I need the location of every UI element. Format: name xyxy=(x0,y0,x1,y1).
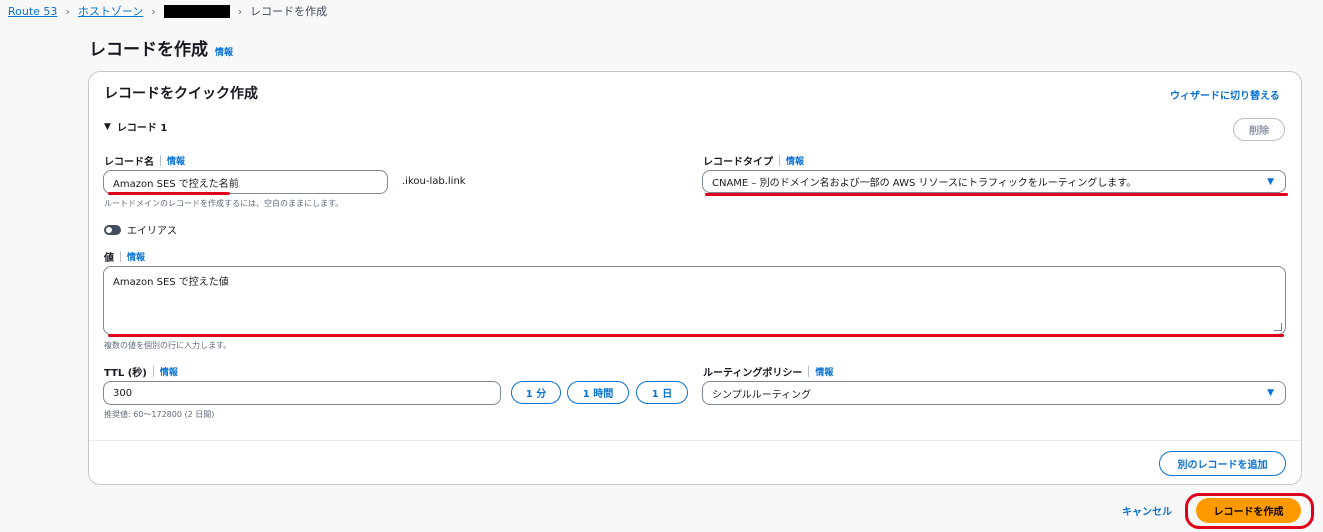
record-name-label-row: レコード名 情報 xyxy=(104,153,185,168)
value-textarea[interactable]: Amazon SES で控えた値 xyxy=(103,266,1286,335)
label-divider xyxy=(160,155,161,166)
page-title-row: レコードを作成 情報 xyxy=(89,35,233,60)
breadcrumb: Route 53 › ホストゾーン › › レコードを作成 xyxy=(8,3,327,19)
value-hint: 複数の値を個別の行に入力します。 xyxy=(104,341,232,350)
ttl-info-link[interactable]: 情報 xyxy=(160,365,178,378)
breadcrumb-route53[interactable]: Route 53 xyxy=(8,5,57,18)
label-divider xyxy=(152,366,154,377)
routing-policy-info-link[interactable]: 情報 xyxy=(815,365,833,378)
alias-label: エイリアス xyxy=(127,226,177,237)
page-info-link[interactable]: 情報 xyxy=(215,45,233,58)
ttl-1-hour-button[interactable]: 1 時間 xyxy=(567,381,629,404)
label-divider xyxy=(808,366,810,377)
record-1-toggle[interactable]: ▼ レコード 1 xyxy=(104,119,168,135)
page-title: レコードを作成 xyxy=(89,40,208,60)
redacted-zone-name xyxy=(163,4,230,18)
alias-toggle-row: エイリアス xyxy=(104,222,177,237)
record-name-info-link[interactable]: 情報 xyxy=(167,154,185,167)
caret-down-icon: ▼ xyxy=(1267,176,1274,187)
routing-policy-select[interactable]: シンプルルーティング ▼ xyxy=(702,381,1286,405)
caret-down-icon: ▼ xyxy=(1267,388,1274,398)
value-text: Amazon SES で控えた値 xyxy=(113,277,229,288)
ttl-input[interactable]: 300 xyxy=(103,381,501,405)
annotation-underline-value xyxy=(108,334,1284,337)
routing-policy-label-row: ルーティングポリシー 情報 xyxy=(703,364,833,379)
record-type-label: レコードタイプ xyxy=(703,157,773,168)
value-info-link[interactable]: 情報 xyxy=(127,250,145,263)
record-1-label: レコード 1 xyxy=(116,123,168,134)
record-name-input[interactable]: Amazon SES で控えた名前 xyxy=(103,170,388,194)
value-label-row: 値 情報 xyxy=(104,249,145,264)
record-name-hint: ルートドメインのレコードを作成するには、空白のままにします。 xyxy=(104,199,344,208)
ttl-label: TTL (秒) xyxy=(104,368,147,379)
routing-policy-value: シンプルルーティング xyxy=(712,389,812,401)
add-another-record-button[interactable]: 別のレコードを追加 xyxy=(1159,451,1286,476)
record-type-info-link[interactable]: 情報 xyxy=(786,154,804,167)
card-divider xyxy=(89,440,1301,441)
breadcrumb-hosted-zones[interactable]: ホストゾーン xyxy=(78,3,143,19)
record-type-select[interactable]: CNAME – 別のドメイン名および一部の AWS リソースにトラフィックをルー… xyxy=(702,170,1286,193)
label-divider xyxy=(120,251,121,262)
annotation-underline-record-type xyxy=(705,193,1288,196)
ttl-1-minute-button[interactable]: 1 分 xyxy=(511,381,561,404)
record-name-label: レコード名 xyxy=(104,157,154,168)
create-records-button[interactable]: レコードを作成 xyxy=(1196,498,1301,523)
breadcrumb-current: レコードを作成 xyxy=(250,5,328,18)
annotation-underline-record-name xyxy=(108,192,230,195)
ttl-1-day-button[interactable]: 1 日 xyxy=(636,381,688,404)
routing-policy-label: ルーティングポリシー xyxy=(703,368,803,379)
record-type-label-row: レコードタイプ 情報 xyxy=(703,153,804,168)
record-type-value: CNAME – 別のドメイン名および一部の AWS リソースにトラフィックをルー… xyxy=(712,178,1137,189)
cancel-button[interactable]: キャンセル xyxy=(1122,503,1172,518)
ttl-hint: 推奨値: 60～172800 (2 日間) xyxy=(104,410,215,419)
card-title: レコードをクイック作成 xyxy=(104,86,258,102)
switch-to-wizard-link[interactable]: ウィザードに切り替える xyxy=(1170,87,1280,102)
value-label: 値 xyxy=(104,253,114,264)
ttl-label-row: TTL (秒) 情報 xyxy=(104,364,178,379)
chevron-right-icon: › xyxy=(151,4,156,18)
alias-toggle[interactable] xyxy=(104,224,121,235)
caret-down-icon: ▼ xyxy=(104,121,111,132)
resize-grip-icon[interactable] xyxy=(1274,323,1282,331)
chevron-right-icon: › xyxy=(237,4,243,18)
domain-suffix: .ikou-lab.link xyxy=(402,176,466,187)
label-divider xyxy=(779,155,780,166)
chevron-right-icon: › xyxy=(65,4,70,18)
delete-button[interactable]: 削除 xyxy=(1233,118,1285,141)
